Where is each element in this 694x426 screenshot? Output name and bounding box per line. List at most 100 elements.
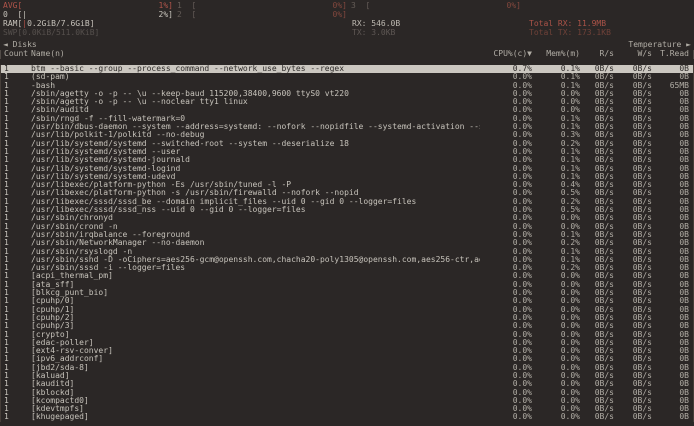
cell-name: [kaluad] [31, 372, 480, 380]
table-row[interactable]: 1 btm --basic --group --process_command … [1, 65, 693, 73]
memory-gauge-value: 0.0KiB/511.0KiB] [22, 29, 99, 38]
table-row[interactable]: 1 /sbin/agetty -o -p -- \u --keep-baud 1… [1, 90, 693, 98]
cell-mem-percent: 0.0% [532, 413, 580, 421]
cell-name: /usr/lib/polkit-1/polkitd --no-debug [31, 131, 480, 139]
cell-name: btm --basic --group --process_command --… [31, 65, 480, 73]
system-monitor-header: AVG[1%]1 [0%]3 [0%] 0 [|2%]2 [0%] RAM[|0… [0, 0, 694, 38]
table-row[interactable]: 1 /usr/libexec/platform-python -Es /usr/… [1, 181, 693, 189]
cell-name: [kcompactd0] [31, 397, 480, 405]
table-row[interactable]: 1 /usr/sbin/irqbalance --foreground 0.0%… [1, 231, 693, 239]
cell-total-read: 0B [652, 413, 693, 421]
table-row[interactable]: 1 [cpuhp/3] 0.0% 0.0% 0B/s 0B/s 0B [1, 322, 693, 330]
cpu-gauge-value: 0%] [333, 11, 347, 20]
cell-name: /usr/sbin/rsyslogd -n [31, 248, 480, 256]
widget-nav: ◄ Disks Temperature ► [0, 41, 694, 50]
cpu-gauge: AVG[1%] [3, 2, 173, 11]
table-row[interactable]: 1 [ipv6_addrconf] 0.0% 0.0% 0B/s 0B/s 0B [1, 355, 693, 363]
column-header-mem[interactable]: Mem%(m) [532, 50, 580, 59]
cell-name: /usr/sbin/sssd -i --logger=files [31, 264, 480, 272]
column-header-wps[interactable]: W/s [614, 50, 652, 59]
cell-name: [kblockd] [31, 389, 480, 397]
table-row[interactable]: 1 [crypto] 0.0% 0.0% 0B/s 0B/s 0B [1, 331, 693, 339]
table-row[interactable]: 1 -bash 0.0% 0.1% 0B/s 0B/s 65MB [1, 82, 693, 90]
cell-name: /usr/libexec/sssd/sssd_nss --uid 0 --gid… [31, 206, 480, 214]
column-header-count[interactable]: Count [1, 50, 31, 59]
process-list[interactable]: 1 btm --basic --group --process_command … [0, 65, 694, 422]
table-row[interactable]: 1 /usr/sbin/NetworkManager --no-daemon 0… [1, 239, 693, 247]
table-row[interactable]: 1 [cpuhp/0] 0.0% 0.0% 0B/s 0B/s 0B [1, 297, 693, 305]
table-row[interactable]: 1 [ext4-rsv-conver] 0.0% 0.0% 0B/s 0B/s … [1, 347, 693, 355]
cell-name: /usr/libexec/platform-python -s /usr/sbi… [31, 189, 480, 197]
table-row[interactable]: 1 /usr/lib/systemd/systemd-udevd 0.0% 0.… [1, 173, 693, 181]
cell-read-per-s: 0B/s [580, 413, 614, 421]
table-row[interactable]: 1 [jbd2/sda-8] 0.0% 0.0% 0B/s 0B/s 0B [1, 364, 693, 372]
cell-name: /sbin/agetty -o -p -- \u --noclear tty1 … [31, 98, 480, 106]
table-row[interactable]: 1 /usr/bin/dbus-daemon --system --addres… [1, 123, 693, 131]
memory-gauge-label: SWP[ [3, 29, 22, 38]
table-row[interactable]: 1 [kdevtmpfs] 0.0% 0.0% 0B/s 0B/s 0B [1, 405, 693, 413]
column-header-name[interactable]: Name(n) [31, 50, 480, 59]
table-row[interactable]: 1 /usr/sbin/sssd -i --logger=files 0.0% … [1, 264, 693, 272]
cell-name: /usr/bin/dbus-daemon --system --address=… [31, 123, 480, 131]
table-row[interactable]: 1 [blkcg_punt_bio] 0.0% 0.0% 0B/s 0B/s 0… [1, 289, 693, 297]
table-row[interactable]: 1 /usr/sbin/sshd -D -oCiphers=aes256-gcm… [1, 256, 693, 264]
column-header-rps[interactable]: R/s [580, 50, 614, 59]
cell-name: [kauditd] [31, 380, 480, 388]
cpu-gauge-value: 2%] [159, 11, 173, 20]
cell-name: /usr/sbin/irqbalance --foreground [31, 231, 480, 239]
table-row[interactable]: 1 /sbin/agetty -o -p -- \u --noclear tty… [1, 98, 693, 106]
table-row[interactable]: 1 [khugepaged] 0.0% 0.0% 0B/s 0B/s 0B [1, 413, 693, 421]
column-header-cpu-sorted[interactable]: CPU%(c)▼ [480, 50, 532, 59]
table-row[interactable]: 1 /sbin/rngd -f --fill-watermark=0 0.0% … [1, 115, 693, 123]
table-row[interactable]: 1 /usr/libexec/platform-python -s /usr/s… [1, 189, 693, 197]
cell-name: [acpi_thermal_pm] [31, 272, 480, 280]
table-row[interactable]: 1 /usr/lib/polkit-1/polkitd --no-debug 0… [1, 131, 693, 139]
cell-write-per-s: 0B/s [614, 413, 652, 421]
table-row[interactable]: 1 [cpuhp/1] 0.0% 0.0% 0B/s 0B/s 0B [1, 306, 693, 314]
table-row[interactable]: 1 [edac-poller] 0.0% 0.0% 0B/s 0B/s 0B [1, 339, 693, 347]
column-header-tread[interactable]: T.Read [652, 50, 693, 59]
table-row[interactable]: 1 /usr/lib/systemd/systemd --user 0.0% 0… [1, 148, 693, 156]
table-row[interactable]: 1 /usr/sbin/rsyslogd -n 0.0% 0.1% 0B/s 0… [1, 248, 693, 256]
cpu-gauge-label: 3 [ [351, 2, 370, 11]
cell-name: [cpuhp/2] [31, 314, 480, 322]
table-row[interactable]: 1 (sd-pam) 0.0% 0.1% 0B/s 0B/s 0B [1, 73, 693, 81]
table-row[interactable]: 1 [ata_sff] 0.0% 0.0% 0B/s 0B/s 0B [1, 281, 693, 289]
cell-name: [ipv6_addrconf] [31, 355, 480, 363]
table-row[interactable]: 1 [kauditd] 0.0% 0.0% 0B/s 0B/s 0B [1, 380, 693, 388]
cell-name: /usr/sbin/crond -n [31, 223, 480, 231]
cell-name: [jbd2/sda-8] [31, 364, 480, 372]
cell-name: /usr/sbin/NetworkManager --no-daemon [31, 239, 480, 247]
table-row[interactable]: 1 [kblockd] 0.0% 0.0% 0B/s 0B/s 0B [1, 389, 693, 397]
table-row[interactable]: 1 /usr/libexec/sssd/sssd_be --domain imp… [1, 198, 693, 206]
cell-name: [cpuhp/1] [31, 306, 480, 314]
cell-name: /sbin/rngd -f --fill-watermark=0 [31, 115, 480, 123]
cell-name: [cpuhp/0] [31, 297, 480, 305]
cell-count: 1 [1, 413, 31, 421]
cpu-gauge: 3 [ 0%] [351, 2, 521, 11]
table-row[interactable]: 1 /usr/lib/systemd/systemd-journald 0.0%… [1, 156, 693, 164]
table-row[interactable]: 1 [acpi_thermal_pm] 0.0% 0.0% 0B/s 0B/s … [1, 272, 693, 280]
table-row[interactable]: 1 [kaluad] 0.0% 0.0% 0B/s 0B/s 0B [1, 372, 693, 380]
cell-name: /usr/lib/systemd/systemd-journald [31, 156, 480, 164]
table-row[interactable]: 1 [kcompactd0] 0.0% 0.0% 0B/s 0B/s 0B [1, 397, 693, 405]
network-tx: TX: 3.0KB [352, 29, 395, 37]
network-total-tx: Total TX: 173.1KB [529, 29, 611, 37]
cell-name: /sbin/agetty -o -p -- \u --keep-baud 115… [31, 90, 480, 98]
process-table-header: Count Name(n) CPU%(c)▼ Mem%(m) R/s W/s T… [0, 50, 694, 59]
table-row[interactable]: 1 /usr/sbin/chronyd 0.0% 0.0% 0B/s 0B/s … [1, 214, 693, 222]
cell-name: /usr/sbin/sshd -D -oCiphers=aes256-gcm@o… [31, 256, 480, 264]
cpu-gauge-value: 0%] [507, 2, 521, 11]
cell-name: /usr/lib/systemd/systemd-udevd [31, 173, 480, 181]
table-row[interactable]: 1 /usr/lib/systemd/systemd-logind 0.0% 0… [1, 165, 693, 173]
cell-cpu-percent: 0.0% [480, 413, 532, 421]
table-row[interactable]: 1 [cpuhp/2] 0.0% 0.0% 0B/s 0B/s 0B [1, 314, 693, 322]
table-row[interactable]: 1 /sbin/auditd 0.0% 0.0% 0B/s 0B/s 0B [1, 106, 693, 114]
table-row[interactable]: 1 /usr/libexec/sssd/sssd_nss --uid 0 --g… [1, 206, 693, 214]
table-row[interactable]: 1 /usr/lib/systemd/systemd --switched-ro… [1, 140, 693, 148]
cell-name: [edac-poller] [31, 339, 480, 347]
cell-name: [ext4-rsv-conver] [31, 347, 480, 355]
table-row[interactable]: 1 /usr/sbin/crond -n 0.0% 0.0% 0B/s 0B/s… [1, 223, 693, 231]
cell-name: [kdevtmpfs] [31, 405, 480, 413]
cpu-gauge-row-0: AVG[1%]1 [0%]3 [0%] [0, 2, 694, 11]
